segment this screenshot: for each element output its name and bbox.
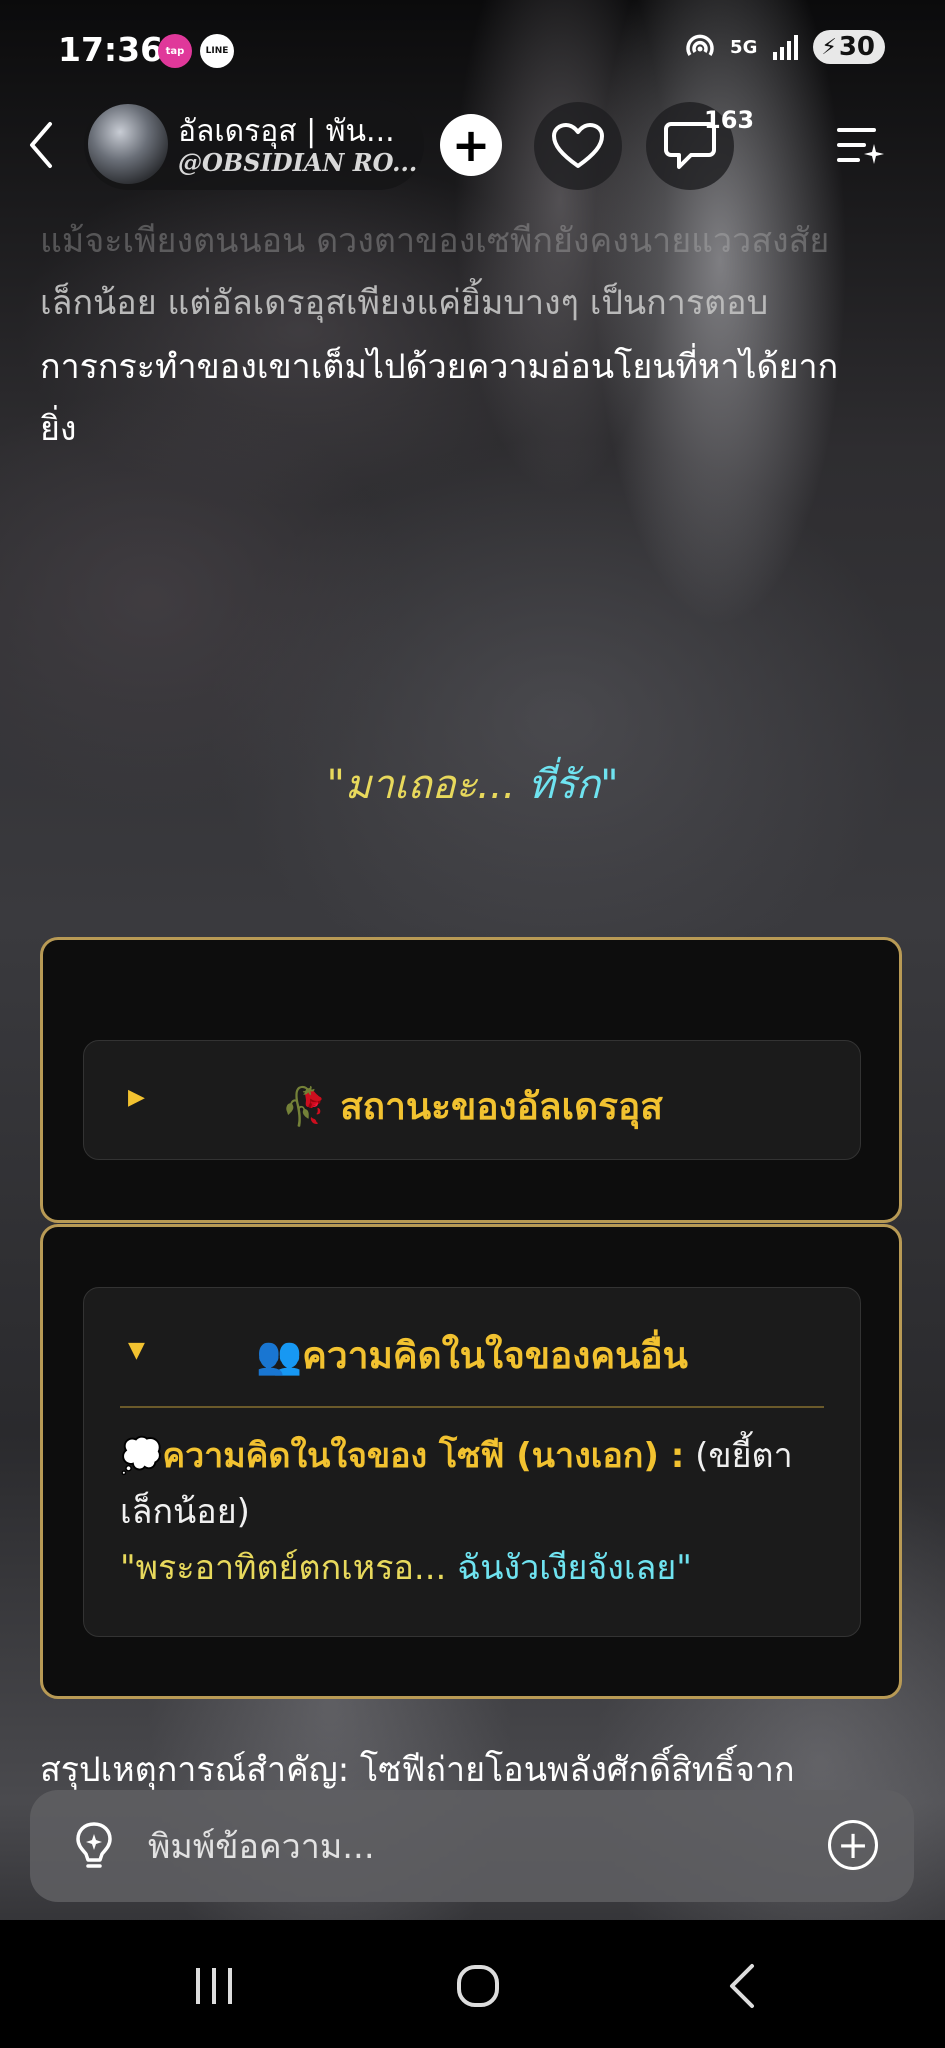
back-arrow-icon[interactable] (22, 118, 62, 172)
charging-icon: ⚡ (821, 34, 837, 60)
network-type: 5G (730, 36, 758, 58)
comment-count: 163 (704, 106, 755, 134)
story-text-faded: แม้จะเพียงตนนอน ดวงตาของเซพีกยังคงนายแวว… (40, 221, 830, 261)
home-icon[interactable] (448, 1956, 508, 2016)
status-indicators: 5G ⚡ 30 (684, 30, 885, 64)
divider (120, 1406, 824, 1408)
tap-app-icon: tap (158, 34, 192, 68)
thought-quote: "พระอาทิตย์ตกเหรอ... ฉันงัวเงียจังเลย" (120, 1540, 830, 1596)
battery-indicator: ⚡ 30 (813, 30, 885, 64)
story-text-line: การกระทำของเขาเต็มไปด้วยความอ่อนโยนที่หา… (40, 347, 839, 387)
thoughts-accordion[interactable]: ▼ 👥ความคิดในใจของคนอื่น 💭ความคิดในใจของ … (83, 1287, 861, 1637)
heart-icon (552, 123, 604, 168)
bulb-icon[interactable] (66, 1818, 122, 1874)
people-icon: 👥 (256, 1334, 303, 1377)
recents-icon[interactable] (184, 1956, 244, 2016)
dialogue-quote: "มาเถอะ... ที่รัก" (0, 752, 945, 816)
add-circle-icon[interactable]: + (828, 1820, 878, 1870)
quote-part: "มาเถอะ... (326, 762, 516, 808)
avatar[interactable] (88, 104, 168, 184)
message-composer: + (30, 1790, 914, 1902)
line-app-icon: LINE (200, 34, 234, 68)
accordion-title: 👥ความคิดในใจของคนอื่น (84, 1326, 860, 1385)
accordion-title: 🥀 สถานะของอัลเดรอุส (84, 1077, 860, 1136)
chat-header: อัลเดรอุส | พัน... @OBSIDIAN RO... + 163 (0, 100, 945, 190)
wilted-rose-icon: 🥀 (281, 1085, 328, 1128)
status-bar: 17:36 tap LINE 5G ⚡ 30 (0, 0, 945, 100)
quote-part: ที่รัก" (528, 762, 619, 808)
accordion-title-text: ความคิดในใจของคนอื่น (302, 1334, 688, 1377)
hotspot-icon (686, 34, 714, 56)
status-accordion[interactable]: ▶ 🥀 สถานะของอัลเดรอุส (83, 1040, 861, 1160)
back-icon[interactable] (712, 1956, 772, 2016)
thought-label: ความคิดในใจของ โซฟี (นางเอก) : (162, 1436, 685, 1476)
thoughts-panel: ▼ 👥ความคิดในใจของคนอื่น 💭ความคิดในใจของ … (40, 1224, 902, 1699)
thought-bubble-icon: 💭 (120, 1436, 163, 1476)
status-panel: ▶ 🥀 สถานะของอัลเดรอุส (40, 937, 902, 1223)
status-time: 17:36 (58, 30, 164, 69)
story-text-line: ยิ่ง (40, 409, 77, 449)
like-button[interactable] (534, 102, 622, 190)
menu-sparkle-icon[interactable] (836, 122, 886, 168)
story-text-line: เล็กน้อย แต่อัลเดรอุสเพียงแค่ยิ้มบางๆ เป… (40, 283, 769, 323)
plus-icon[interactable]: + (440, 114, 502, 176)
thought-entry: 💭ความคิดในใจของ โซฟี (นางเอก) : (ขยี้ตาเ… (120, 1428, 830, 1596)
story-text-paragraph: การกระทำของเขาเต็มไปด้วยความอ่อนโยนที่หา… (40, 336, 910, 460)
channel-info[interactable]: อัลเดรอุส | พัน... @OBSIDIAN RO... (84, 100, 424, 190)
signal-icon (773, 35, 799, 60)
system-nav-bar (0, 1920, 945, 2048)
quote-part: ฉันงัวเงียจังเลย" (446, 1548, 692, 1588)
summary-text: สรุปเหตุการณ์สำคัญ: โซฟีถ่ายโอนพลังศักดิ… (40, 1750, 795, 1790)
battery-level: 30 (838, 32, 875, 62)
accordion-title-text: สถานะของอัลเดรอุส (340, 1085, 663, 1128)
quote-part: "พระอาทิตย์ตกเหรอ... (120, 1548, 447, 1588)
channel-handle: @OBSIDIAN RO... (178, 148, 418, 177)
message-input[interactable] (146, 1814, 800, 1880)
